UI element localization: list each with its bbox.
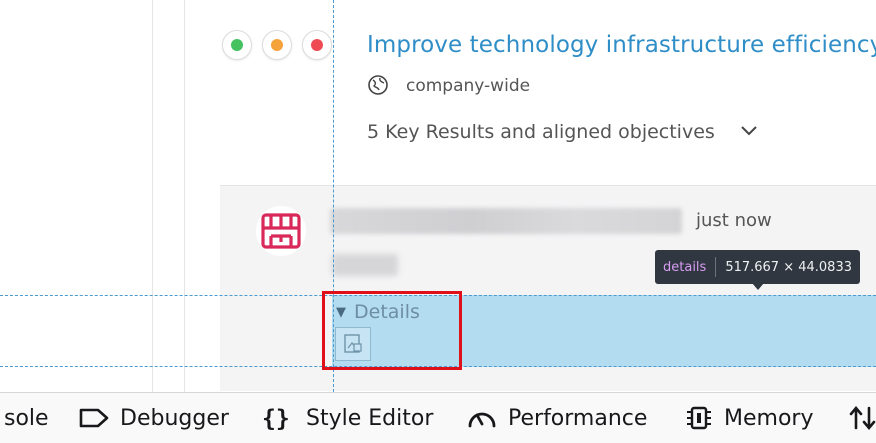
- gutter-line-left: [152, 0, 153, 392]
- gutter-line-right: [184, 0, 185, 392]
- tab-style-editor[interactable]: {} Style Editor: [262, 393, 433, 443]
- devtools-toolbar: sole Debugger {} Style Editor Performanc…: [0, 392, 876, 443]
- tab-console[interactable]: sole: [4, 393, 49, 443]
- scope-label: company-wide: [406, 76, 531, 96]
- braces-icon: {}: [262, 406, 290, 431]
- tab-network[interactable]: [848, 393, 876, 443]
- debugger-icon: [79, 408, 109, 428]
- status-red-button[interactable]: [302, 30, 332, 60]
- tab-performance-label: Performance: [508, 405, 648, 431]
- tab-performance[interactable]: Performance: [466, 393, 647, 443]
- tooltip-arrow: [752, 283, 764, 290]
- inspector-tooltip: details 517.667 × 44.0833: [655, 250, 860, 284]
- chevron-down-icon[interactable]: [740, 124, 758, 138]
- tab-memory-label: Memory: [724, 405, 814, 431]
- gauge-icon: [468, 412, 496, 428]
- tab-debugger-label: Debugger: [120, 405, 229, 431]
- network-arrows-icon: [849, 405, 876, 431]
- avatar: [256, 206, 306, 256]
- svg-text:{}: {}: [262, 406, 290, 431]
- annotation-highlight-box: [322, 291, 462, 370]
- tooltip-tag-name: details: [663, 259, 707, 275]
- tab-console-label: sole: [4, 405, 49, 431]
- objective-title-link[interactable]: Improve technology infrastructure effici…: [367, 32, 876, 58]
- redacted-author-name: [330, 208, 682, 234]
- orange-dot-icon: [271, 39, 283, 51]
- globe-icon: [368, 75, 388, 95]
- green-dot-icon: [231, 39, 243, 51]
- activity-timestamp: just now: [696, 210, 772, 231]
- key-results-toggle[interactable]: 5 Key Results and aligned objectives: [367, 121, 715, 143]
- tab-style-editor-label: Style Editor: [306, 405, 434, 431]
- tooltip-separator: [715, 257, 717, 277]
- status-orange-button[interactable]: [262, 30, 292, 60]
- redacted-activity-text: [332, 254, 398, 276]
- red-dot-icon: [311, 39, 323, 51]
- memory-chip-icon: [687, 406, 711, 430]
- tab-debugger[interactable]: Debugger: [78, 393, 229, 443]
- status-green-button[interactable]: [222, 30, 252, 60]
- tab-memory[interactable]: Memory: [684, 393, 813, 443]
- tooltip-dimensions: 517.667 × 44.0833: [725, 259, 852, 275]
